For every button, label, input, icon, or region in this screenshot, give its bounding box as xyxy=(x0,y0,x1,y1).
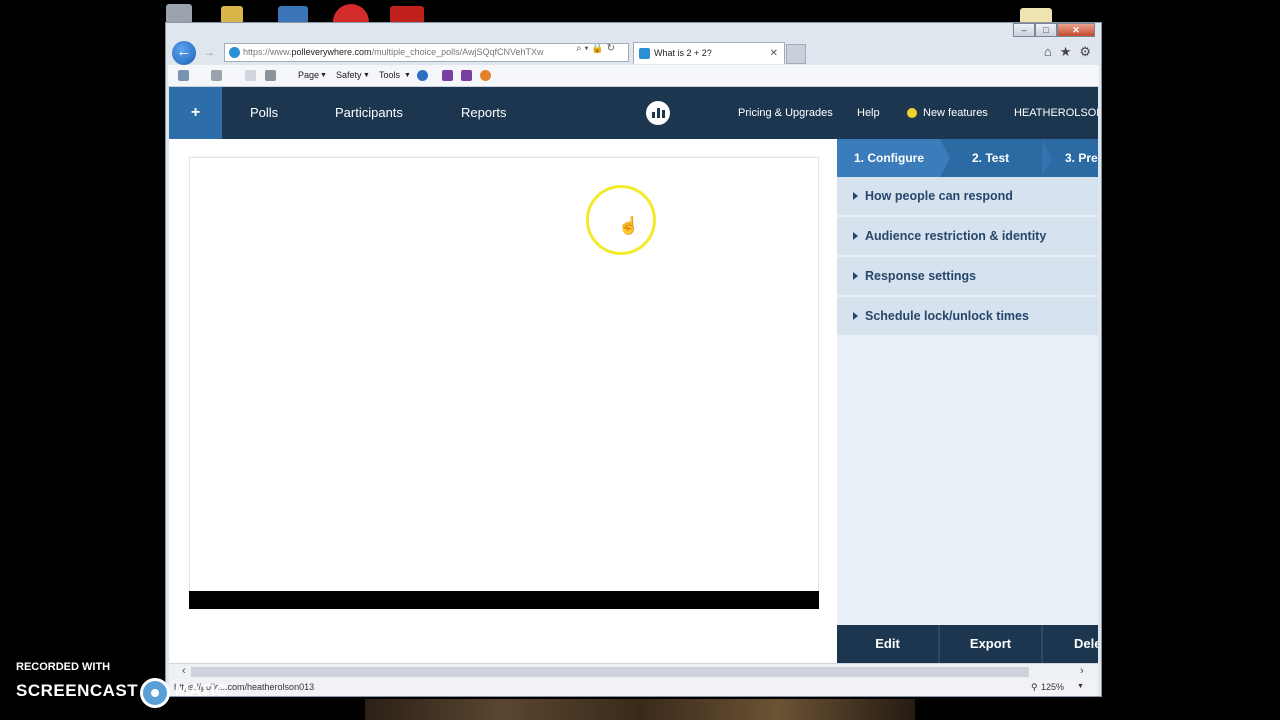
page-menu[interactable]: Page xyxy=(298,70,319,80)
home-toolbar-icon[interactable] xyxy=(178,70,189,81)
taskbar-background xyxy=(365,699,915,720)
page-content: + Polls Participants Reports Pricing & U… xyxy=(169,87,1098,663)
tab-test[interactable]: 2. Test xyxy=(972,139,1009,177)
nav-pricing[interactable]: Pricing & Upgrades xyxy=(738,87,833,139)
poll-preview-slide[interactable] xyxy=(189,157,819,609)
safety-menu[interactable]: Safety xyxy=(336,70,362,80)
accordion-how-people-respond[interactable]: How people can respond xyxy=(837,177,1098,216)
screen: – □ ✕ ← → https://www.polleverywhere.com… xyxy=(0,0,1280,720)
accordion-label: Audience restriction & identity xyxy=(865,229,1047,243)
close-window-button[interactable]: ✕ xyxy=(1057,23,1095,37)
scrollbar-thumb[interactable] xyxy=(191,667,1029,677)
browser-right-icons: ⌂ ★ ⚙ xyxy=(1044,44,1091,60)
nav-new-features[interactable]: New features xyxy=(923,87,988,139)
tab-title: What is 2 + 2? xyxy=(654,48,712,58)
extension-icon[interactable] xyxy=(480,70,491,81)
star-icon[interactable]: ★ xyxy=(1060,44,1072,60)
poll-everywhere-logo-icon[interactable] xyxy=(646,101,670,125)
command-bar: Page ▼ Safety ▼ Tools ▼ xyxy=(168,65,1099,87)
accordion-label: Schedule lock/unlock times xyxy=(865,309,1029,323)
nav-user-account[interactable]: HEATHEROLSON0 xyxy=(1014,87,1098,139)
accordion-response-settings[interactable]: Response settings xyxy=(837,257,1098,296)
nav-reports[interactable]: Reports xyxy=(461,87,507,139)
accordion-label: How people can respond xyxy=(865,189,1013,203)
tab-configure[interactable]: 1. Configure xyxy=(854,139,924,177)
mail-toolbar-icon[interactable] xyxy=(245,70,256,81)
back-arrow-icon[interactable]: ← xyxy=(172,41,196,65)
watermark-suffix: MATIC xyxy=(175,681,228,700)
delete-button[interactable]: Dele xyxy=(1043,625,1098,663)
scroll-left-icon[interactable]: ‹ xyxy=(182,665,186,677)
zoom-chevron-down-icon[interactable]: ▼ xyxy=(1077,679,1084,695)
accordion-label: Response settings xyxy=(865,269,977,283)
edit-button[interactable]: Edit xyxy=(837,625,938,663)
watermark-brand: SCREENCAST xyxy=(16,681,139,700)
tools-menu[interactable]: Tools xyxy=(379,70,400,80)
tab-close-icon[interactable]: ✕ xyxy=(770,43,778,64)
create-poll-button[interactable]: + xyxy=(169,87,222,139)
onenote-send-icon[interactable] xyxy=(461,70,472,81)
zoom-level[interactable]: 125% xyxy=(1041,679,1064,695)
feeds-icon[interactable] xyxy=(211,70,222,81)
caret-right-icon xyxy=(853,272,858,280)
zoom-magnifier-icon: ⚲ xyxy=(1031,682,1038,692)
page-menu-chevron-icon: ▼ xyxy=(320,72,327,79)
step-chevron-icon xyxy=(940,139,950,177)
tab-favicon-icon xyxy=(639,48,650,59)
download-icon[interactable] xyxy=(333,4,369,24)
help-icon[interactable] xyxy=(417,70,428,81)
onenote-icon[interactable] xyxy=(442,70,453,81)
minimize-button[interactable]: – xyxy=(1013,23,1035,37)
slide-footer-bar xyxy=(189,591,819,609)
hand-pointer-icon: ☝ xyxy=(618,216,640,235)
new-tab-button[interactable] xyxy=(786,44,806,64)
recycle-bin-icon[interactable] xyxy=(166,4,192,24)
address-row: ← → https://www.polleverywhere.com/multi… xyxy=(166,40,1101,65)
horizontal-scrollbar[interactable]: ‹ › xyxy=(169,663,1098,679)
print-icon[interactable] xyxy=(265,70,276,81)
scroll-right-icon[interactable]: › xyxy=(1080,665,1084,677)
top-navigation: + Polls Participants Reports Pricing & U… xyxy=(169,87,1098,139)
forward-arrow-icon[interactable]: → xyxy=(203,45,215,59)
url-prefix: https://www. xyxy=(243,47,292,57)
nav-polls[interactable]: Polls xyxy=(250,87,278,139)
accordion-audience-restriction[interactable]: Audience restriction & identity xyxy=(837,217,1098,256)
tools-menu-chevron-icon: ▼ xyxy=(404,72,411,79)
step-chevron-icon xyxy=(1042,139,1052,177)
step-tabs: 1. Configure 2. Test 3. Pre xyxy=(837,139,1098,177)
safety-menu-chevron-icon: ▼ xyxy=(363,72,370,79)
panel-action-buttons: Edit Export Dele xyxy=(837,625,1098,663)
browser-window: – □ ✕ ← → https://www.polleverywhere.com… xyxy=(165,22,1102,697)
maximize-button[interactable]: □ xyxy=(1035,23,1057,37)
nav-participants[interactable]: Participants xyxy=(335,87,403,139)
nav-help[interactable]: Help xyxy=(857,87,880,139)
watermark-recorded-with: RECORDED WITH xyxy=(16,661,111,673)
accordion-schedule-lock[interactable]: Schedule lock/unlock times xyxy=(837,297,1098,336)
home-icon[interactable]: ⌂ xyxy=(1044,44,1052,60)
export-button[interactable]: Export xyxy=(940,625,1041,663)
screencast-logo-icon xyxy=(140,678,170,708)
address-tools[interactable]: ⌕ ▾ 🔒 ↻ xyxy=(576,43,615,54)
caret-right-icon xyxy=(853,312,858,320)
address-bar[interactable]: https://www.polleverywhere.com/multiple_… xyxy=(224,43,629,62)
url-path: /multiple_choice_polls/AwjSQqfCNVehTXw xyxy=(371,47,544,57)
caret-right-icon xyxy=(853,192,858,200)
tab-active[interactable]: What is 2 + 2? ✕ xyxy=(633,42,785,64)
tab-present[interactable]: 3. Pre xyxy=(1065,139,1098,177)
window-controls: – □ ✕ xyxy=(1013,23,1095,37)
configure-panel: 1. Configure 2. Test 3. Pre How people c… xyxy=(837,139,1098,663)
new-features-dot-icon xyxy=(907,108,917,118)
site-favicon-icon xyxy=(229,47,240,58)
url-host: polleverywhere.com xyxy=(291,47,372,57)
gear-icon[interactable]: ⚙ xyxy=(1079,44,1091,60)
status-bar: https://polle...com/heatherolson013 ⚲ 12… xyxy=(169,679,1098,696)
caret-right-icon xyxy=(853,232,858,240)
